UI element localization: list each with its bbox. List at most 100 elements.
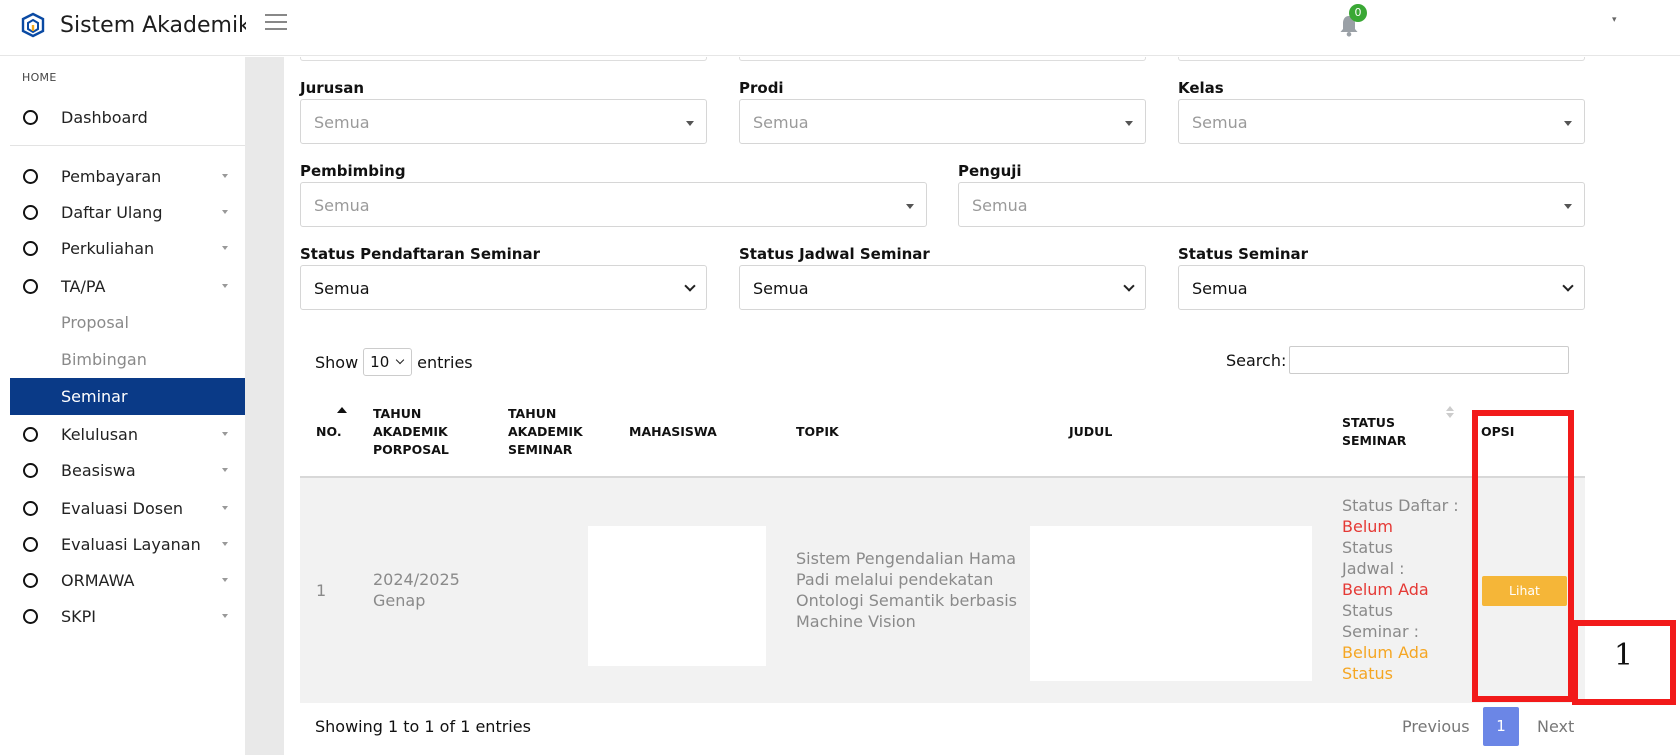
sidebar-item-label: Kelulusan (61, 424, 138, 444)
user-menu-caret[interactable]: ▾ (1612, 15, 1617, 25)
page-length-value: 10 (370, 353, 390, 371)
column-header-judul[interactable]: JUDUL (1069, 423, 1112, 441)
status-pendaftaran-select[interactable]: Semua (300, 265, 707, 310)
header-line: TAHUN (508, 406, 557, 421)
page-length-select[interactable]: 10 (363, 348, 413, 376)
circle-icon (23, 109, 38, 125)
cell-line: Genap (373, 591, 426, 610)
circle-icon (23, 426, 38, 442)
sidebar-item-perkuliahan[interactable]: Perkuliahan (10, 230, 245, 266)
select-edge (300, 57, 707, 61)
chevron-down-icon (395, 355, 405, 365)
menu-toggle-icon[interactable] (265, 14, 287, 32)
caret-down-icon (222, 210, 228, 214)
cell-line: Padi melalui pendekatan (796, 570, 994, 589)
column-header-tahun-seminar[interactable]: TAHUN AKADEMIK SEMINAR (508, 405, 583, 459)
penguji-label: Penguji (958, 162, 1022, 180)
column-header-no[interactable]: NO. (316, 423, 342, 441)
select-edge (739, 57, 1146, 61)
sidebar-subitem-label: Proposal (61, 313, 129, 332)
status-seminar-select[interactable]: Semua (1178, 265, 1585, 310)
mahasiswa-redacted (588, 526, 766, 666)
sidebar-item-evaluasi-dosen[interactable]: Evaluasi Dosen (10, 490, 245, 526)
sidebar-item-label: TA/PA (61, 276, 106, 296)
sidebar-subitem-proposal[interactable]: Proposal (10, 304, 245, 341)
status-seminar-value: Semua (1192, 279, 1248, 298)
sidebar-divider (10, 145, 245, 146)
status-line: Jadwal : (1342, 559, 1405, 578)
caret-down-icon (222, 542, 228, 546)
cell-line: Ontologi Semantik berbasis (796, 591, 1017, 610)
caret-down-icon (222, 506, 228, 510)
prodi-label: Prodi (739, 79, 784, 97)
kelas-label: Kelas (1178, 79, 1224, 97)
pembimbing-select[interactable]: Semua (300, 182, 927, 227)
sidebar-item-pembayaran[interactable]: Pembayaran (10, 158, 245, 194)
status-seminar-label: Status Seminar (1178, 245, 1309, 263)
sidebar-item-dashboard[interactable]: Dashboard (10, 99, 245, 135)
sidebar-item-label: Evaluasi Layanan (61, 534, 201, 554)
annotation-highlight-box (1472, 410, 1574, 702)
cell-line: Machine Vision (796, 612, 916, 631)
pagination-next[interactable]: Next (1537, 717, 1574, 736)
sidebar-item-label: ORMAWA (61, 570, 135, 590)
sidebar-item-ormawa[interactable]: ORMAWA (10, 562, 245, 598)
status-line: Belum Ada (1342, 643, 1429, 662)
notification-badge: 0 (1349, 4, 1367, 22)
sidebar-item-kelulusan[interactable]: Kelulusan (10, 416, 245, 452)
entries-label: entries (417, 352, 473, 372)
search-input[interactable] (1289, 346, 1569, 374)
prodi-select[interactable]: Semua (739, 99, 1146, 144)
sidebar-item-ta-pa[interactable]: TA/PA (10, 268, 245, 304)
penguji-value: Semua (972, 196, 1028, 215)
kelas-value: Semua (1192, 113, 1248, 132)
caret-down-icon (1125, 121, 1133, 126)
caret-down-icon (222, 578, 228, 582)
status-line: Belum Ada (1342, 580, 1429, 599)
sidebar-item-skpi[interactable]: SKPI (10, 598, 245, 634)
status-line: Status (1342, 601, 1393, 620)
column-header-status-seminar[interactable]: STATUS SEMINAR (1342, 414, 1406, 450)
sidebar-subitem-bimbingan[interactable]: Bimbingan (10, 341, 245, 378)
cell-no: 1 (316, 581, 327, 600)
circle-icon (23, 278, 38, 294)
status-pendaftaran-value: Semua (314, 279, 370, 298)
header-line: SEMINAR (1342, 433, 1407, 448)
status-jadwal-select[interactable]: Semua (739, 265, 1146, 310)
column-header-topik[interactable]: TOPIK (796, 423, 839, 441)
pagination-page-current[interactable]: 1 (1483, 707, 1519, 746)
circle-icon (23, 500, 38, 516)
sort-icon[interactable] (1446, 406, 1454, 418)
caret-down-icon (222, 614, 228, 618)
penguji-select[interactable]: Semua (958, 182, 1585, 227)
pembimbing-label: Pembimbing (300, 162, 406, 180)
circle-icon (23, 572, 38, 588)
cell-tahun-akademik: 2024/2025 Genap (373, 569, 460, 611)
sidebar-item-label: Dashboard (61, 107, 148, 127)
sidebar-item-label: SKPI (61, 606, 97, 626)
sort-asc-icon[interactable] (337, 407, 347, 413)
pagination-previous[interactable]: Previous (1402, 717, 1470, 736)
sidebar-item-beasiswa[interactable]: Beasiswa (10, 452, 245, 488)
brand[interactable]: Sistem Akademik (20, 10, 246, 40)
sidebar-subitem-seminar[interactable]: Seminar (10, 378, 245, 415)
chevron-down-icon (1562, 280, 1574, 292)
column-header-tahun-proposal[interactable]: TAHUN AKADEMIK PORPOSAL (373, 405, 449, 459)
jurusan-select[interactable]: Semua (300, 99, 707, 144)
caret-down-icon (1564, 204, 1572, 209)
chevron-down-icon (1123, 280, 1135, 292)
cell-line: 2024/2025 (373, 570, 460, 589)
cell-topik: Sistem Pengendalian Hama Padi melalui pe… (796, 548, 1017, 632)
header-line: AKADEMIK (373, 424, 448, 439)
header-line: STATUS (1342, 415, 1395, 430)
column-header-mahasiswa[interactable]: MAHASISWA (629, 423, 717, 441)
kelas-select[interactable]: Semua (1178, 99, 1585, 144)
caret-down-icon (222, 174, 228, 178)
pembimbing-value: Semua (314, 196, 370, 215)
sidebar-item-daftar-ulang[interactable]: Daftar Ulang (10, 194, 245, 230)
sidebar-item-evaluasi-layanan[interactable]: Evaluasi Layanan (10, 526, 245, 562)
sidebar-subitem-label: Bimbingan (61, 350, 147, 369)
app-title: Sistem Akademik (60, 12, 246, 38)
caret-down-icon (906, 204, 914, 209)
sidebar-item-label: Pembayaran (61, 166, 162, 186)
